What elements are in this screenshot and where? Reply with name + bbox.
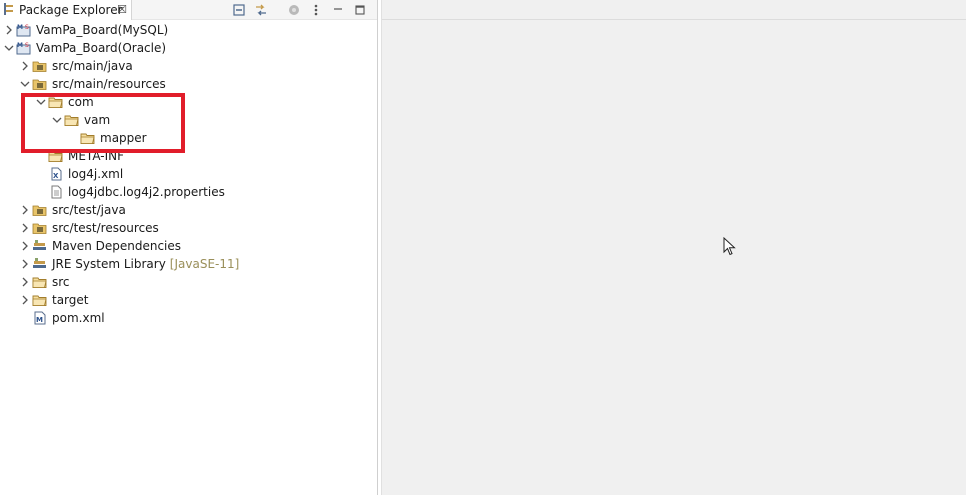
source-folder-icon (32, 57, 48, 75)
tree-item-label: vam (84, 113, 111, 127)
maven-project-icon: MS (16, 39, 32, 57)
svg-text:X: X (53, 172, 59, 180)
tree-item[interactable]: src/main/java (0, 57, 378, 75)
tree-item-label: JRE System Library (52, 257, 166, 271)
tree-item-label: VamPa_Board(Oracle) (36, 41, 167, 55)
mouse-cursor-icon (723, 236, 737, 260)
xml-file-icon: X (48, 165, 64, 183)
tree-item[interactable]: src/main/resources (0, 75, 378, 93)
tree-item[interactable]: src (0, 273, 378, 291)
svg-text:M: M (17, 42, 23, 49)
tree-item-decoration: [JavaSE-11] (169, 257, 240, 271)
folder-icon (32, 273, 48, 291)
folder-icon (48, 93, 64, 111)
chevron-down-icon[interactable] (18, 75, 32, 93)
chevron-right-icon[interactable] (18, 291, 32, 309)
source-folder-icon (32, 219, 48, 237)
svg-text:M: M (36, 316, 43, 324)
tree-item-label: VamPa_Board(MySQL) (36, 23, 169, 37)
focus-on-workspace-icon[interactable] (283, 0, 305, 20)
library-icon (32, 237, 48, 255)
library-icon (32, 255, 48, 273)
view-header: Package Explorer ☒ (0, 0, 377, 20)
tree-item[interactable]: com (0, 93, 378, 111)
svg-text:S: S (25, 24, 29, 31)
maven-pom-icon: M (32, 309, 48, 327)
folder-icon (32, 291, 48, 309)
tree-item[interactable]: vam (0, 111, 378, 129)
tree-item[interactable]: Xlog4j.xml (0, 165, 378, 183)
editor-tab-bar (382, 0, 966, 20)
tree-item-label: src/test/java (52, 203, 126, 217)
maximize-icon[interactable] (349, 0, 371, 20)
chevron-down-icon[interactable] (50, 111, 64, 129)
link-with-editor-icon[interactable] (250, 0, 272, 20)
tree-item[interactable]: JRE System Library [JavaSE-11] (0, 255, 378, 273)
maven-project-icon: MS (16, 21, 32, 39)
package-explorer-view: Package Explorer ☒ M S VamPa_Board(MySQL… (0, 0, 378, 495)
tree-item[interactable]: target (0, 291, 378, 309)
tree-item-label: src/main/resources (52, 77, 166, 91)
tree-item-label: src (52, 275, 70, 289)
minimize-icon[interactable] (327, 0, 349, 20)
tree-item[interactable]: Maven Dependencies (0, 237, 378, 255)
editor-area[interactable] (381, 0, 966, 495)
tab-title: Package Explorer (19, 3, 123, 17)
text-file-icon (48, 183, 64, 201)
svg-text:S: S (25, 42, 29, 49)
tree-item[interactable]: META-INF (0, 147, 378, 165)
view-menu-icon[interactable] (305, 0, 327, 20)
tree-item[interactable]: mapper (0, 129, 378, 147)
tree-item-label: com (68, 95, 94, 109)
chevron-right-icon[interactable] (18, 273, 32, 291)
project-tree: M S VamPa_Board(MySQL) M S VamPa_Board(Oracle… (0, 21, 378, 327)
tree-item-label: src/main/java (52, 59, 133, 73)
package-explorer-icon (3, 2, 15, 19)
tree-item[interactable]: src/test/java (0, 201, 378, 219)
tree-item-label: META-INF (68, 149, 125, 163)
collapse-all-icon[interactable] (228, 0, 250, 20)
chevron-right-icon[interactable] (2, 21, 16, 39)
chevron-right-icon[interactable] (18, 57, 32, 75)
tree-item-label: log4j.xml (68, 167, 124, 181)
tree-item-label: Maven Dependencies (52, 239, 182, 253)
tree-item-label: mapper (100, 131, 147, 145)
tree-item-label: log4jdbc.log4j2.properties (68, 185, 225, 199)
tree-item-label: pom.xml (52, 311, 105, 325)
folder-icon (80, 129, 96, 147)
chevron-down-icon[interactable] (34, 93, 48, 111)
tree-item-label: src/test/resources (52, 221, 159, 235)
chevron-right-icon[interactable] (18, 255, 32, 273)
source-folder-icon (32, 75, 48, 93)
folder-icon (48, 147, 64, 165)
close-icon[interactable]: ☒ (117, 3, 127, 16)
tree-item[interactable]: Mpom.xml (0, 309, 378, 327)
chevron-right-icon[interactable] (18, 201, 32, 219)
tab-package-explorer[interactable]: Package Explorer ☒ (0, 0, 132, 20)
source-folder-icon (32, 201, 48, 219)
tree-item[interactable]: M S VamPa_Board(MySQL) (0, 21, 378, 39)
tree-item[interactable]: src/test/resources (0, 219, 378, 237)
tree-item-label: target (52, 293, 89, 307)
chevron-right-icon[interactable] (18, 219, 32, 237)
tree-item[interactable]: M S VamPa_Board(Oracle) (0, 39, 378, 57)
svg-text:M: M (17, 24, 23, 31)
folder-icon (64, 111, 80, 129)
tree-item[interactable]: log4jdbc.log4j2.properties (0, 183, 378, 201)
chevron-down-icon[interactable] (2, 39, 16, 57)
chevron-right-icon[interactable] (18, 237, 32, 255)
